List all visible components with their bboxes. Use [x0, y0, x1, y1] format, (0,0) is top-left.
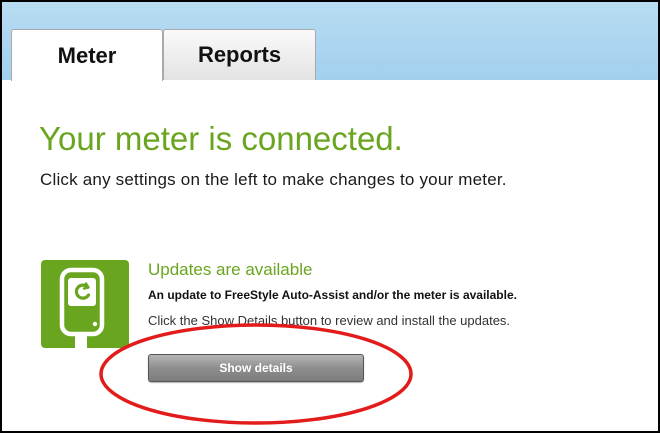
tab-meter[interactable]: Meter [11, 29, 163, 81]
page-subtitle: Click any settings on the left to make c… [40, 170, 507, 189]
updates-title: Updates are available [148, 260, 313, 279]
show-details-button[interactable]: Show details [148, 354, 364, 382]
tab-reports[interactable]: Reports [163, 29, 316, 80]
app-window: Meter Reports Your meter is connected. C… [0, 0, 660, 433]
updates-description-bold: An update to FreeStyle Auto-Assist and/o… [148, 288, 517, 302]
updates-description: Click the Show Details button to review … [148, 313, 511, 328]
meter-device-icon [41, 260, 129, 348]
meter-device-icon-graphic [59, 267, 105, 348]
main-panel: Your meter is connected. Click any setti… [2, 80, 658, 431]
tab-bar: Meter Reports [2, 2, 658, 81]
page-title: Your meter is connected. [39, 120, 403, 157]
